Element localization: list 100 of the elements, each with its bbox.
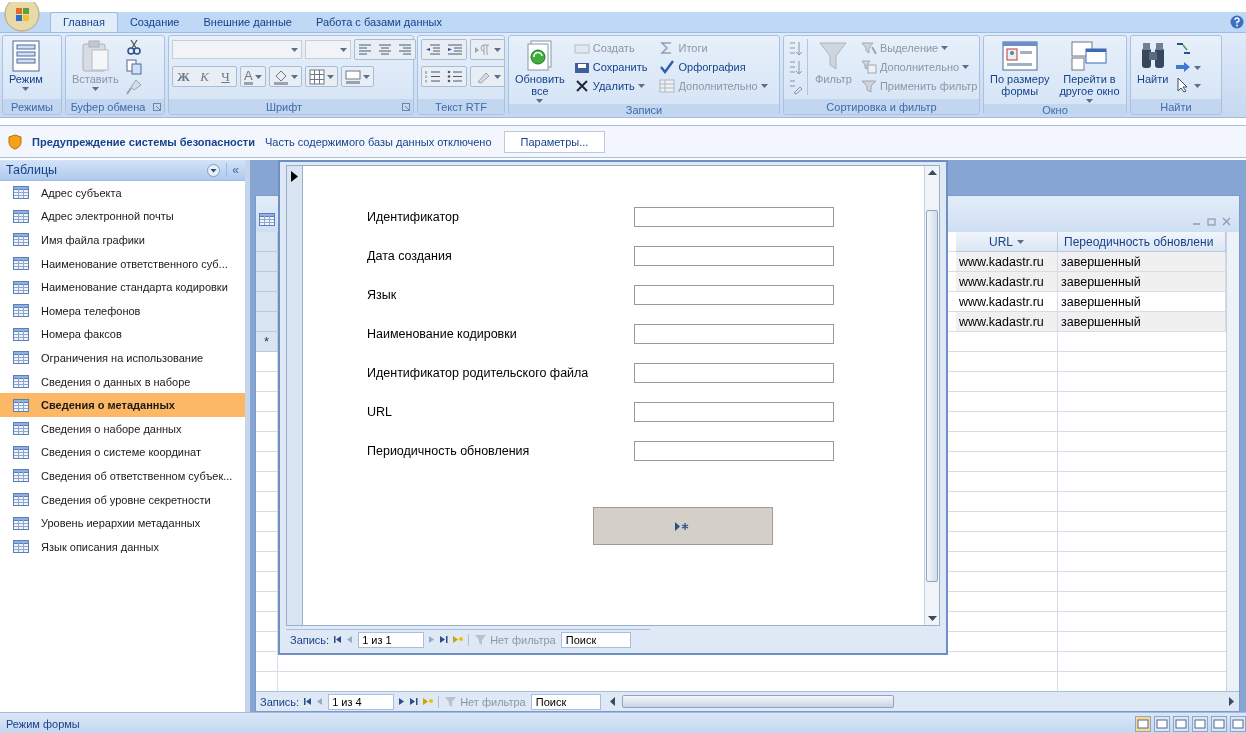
column-header[interactable]: URL	[956, 232, 1058, 252]
highlight-button[interactable]	[470, 66, 505, 87]
search-field[interactable]: Поиск	[560, 631, 631, 648]
ribbon-button[interactable]: Режим	[6, 39, 46, 92]
collapse-button[interactable]: «	[226, 163, 239, 177]
table-item[interactable]: Сведения о системе координат	[0, 440, 245, 465]
alignment-buttons[interactable]	[354, 39, 416, 60]
font-size-field[interactable]	[305, 40, 351, 59]
form-view-icon	[10, 40, 41, 72]
table-item[interactable]: Ограничения на использование	[0, 346, 245, 370]
row-selector[interactable]	[256, 272, 278, 292]
paragraph-icon	[474, 42, 492, 57]
table-item[interactable]: Сведения об ответственном субъек...	[0, 464, 245, 488]
form-view-icon	[1135, 715, 1151, 732]
gridlines-button[interactable]	[304, 66, 338, 87]
ribbon-button[interactable]: Перейти в другое окно	[1056, 39, 1123, 104]
table-item[interactable]: Уровень иерархии метаданных	[0, 511, 245, 535]
input-field[interactable]	[634, 402, 834, 422]
paint-bucket-icon	[272, 68, 289, 85]
new-record-button[interactable]	[593, 507, 773, 545]
input-field[interactable]	[634, 363, 834, 383]
table-item[interactable]: Адрес субъекта	[0, 181, 245, 205]
table-item[interactable]: Номера факсов	[0, 322, 245, 347]
go-to-icon	[1175, 60, 1192, 74]
ribbon-tab[interactable]: Создание	[117, 12, 192, 32]
caret-icon	[962, 65, 970, 69]
table-item[interactable]: Сведения об уровне секретности	[0, 487, 245, 512]
warning-message: Часть содержимого базы данных отключено	[264, 135, 492, 148]
record-label: Запись:	[290, 633, 330, 646]
field-label: Идентификатор	[367, 210, 461, 224]
ribbon-button[interactable]: Обновить все	[512, 39, 568, 104]
ribbon-button[interactable]: Сохранить	[571, 58, 650, 75]
caret-icon	[941, 46, 949, 50]
table-item[interactable]: Адрес электронной почты	[0, 204, 245, 229]
group-label: Записи	[625, 104, 663, 116]
scrollbar-thumb[interactable]	[926, 209, 938, 582]
table-item[interactable]: Сведения о данных в наборе	[0, 369, 245, 394]
ribbon-button[interactable]: Орфография	[657, 58, 770, 75]
fill-color-button[interactable]	[268, 66, 302, 87]
table-item[interactable]: Сведения о метаданных	[0, 393, 245, 417]
scroll-left-icon	[609, 697, 616, 706]
ribbon-button[interactable]: Удалить	[571, 77, 650, 94]
ribbon-button[interactable]: Найти	[1134, 39, 1172, 86]
spellcheck-icon	[659, 59, 676, 74]
table-icon	[13, 422, 29, 436]
previous-record-icon	[317, 697, 324, 706]
scroll-down-icon	[927, 616, 937, 621]
group-label: Сортировка и фильтр	[826, 100, 937, 113]
scroll-up-icon	[927, 170, 937, 175]
input-field[interactable]	[634, 441, 834, 461]
clipboard-icon	[80, 40, 111, 72]
options-button[interactable]: Параметры...	[503, 130, 606, 153]
format-button[interactable]: Ч	[215, 67, 236, 86]
field-label: Дата создания	[367, 249, 453, 263]
input-field[interactable]	[634, 285, 834, 305]
row-color-button[interactable]	[340, 66, 374, 87]
row-selector[interactable]	[256, 312, 278, 332]
paragraph-direction-button[interactable]	[470, 39, 505, 60]
table-item[interactable]: Наименование ответственного суб...	[0, 251, 245, 276]
row-selector[interactable]	[256, 252, 278, 272]
table-item[interactable]: Язык описания данных	[0, 534, 245, 559]
scroll-right-icon	[1229, 697, 1235, 706]
ribbon-tab[interactable]: Внешние данные	[191, 12, 304, 32]
scrollbar-thumb[interactable]	[621, 695, 894, 708]
record-position-field[interactable]: 1 из 1	[358, 631, 425, 648]
ribbon-tab[interactable]: Главная	[50, 12, 118, 32]
record-position-field[interactable]: 1 из 4	[328, 693, 395, 710]
format-button[interactable]: Ж	[173, 67, 194, 86]
vertical-scrollbar[interactable]	[1226, 232, 1239, 691]
ribbon-button[interactable]: По размеру формы	[987, 39, 1053, 98]
table-item[interactable]: Сведения о наборе данных	[0, 416, 245, 441]
list-buttons[interactable]	[421, 66, 467, 87]
input-field[interactable]	[634, 207, 834, 227]
column-header[interactable]: Переодичность обновлени	[1058, 232, 1226, 252]
input-field[interactable]	[634, 324, 834, 344]
table-icon	[13, 398, 29, 412]
font-name-field[interactable]	[172, 40, 302, 59]
table-icon	[13, 257, 29, 271]
scissors-icon	[125, 39, 142, 55]
grid-icon	[308, 68, 325, 85]
maximize-icon	[1207, 217, 1216, 226]
new-row-marker[interactable]: *	[256, 332, 278, 352]
last-record-icon	[410, 697, 419, 706]
design-view-icon	[1230, 715, 1246, 732]
table-icon	[13, 327, 29, 341]
table-item[interactable]: Имя файла графики	[0, 228, 245, 252]
indent-buttons[interactable]	[421, 39, 467, 60]
table-item[interactable]: Наименование стандарта кодировки	[0, 275, 245, 299]
font-color-button[interactable]: А	[240, 66, 266, 87]
input-field[interactable]	[634, 246, 834, 266]
caret-icon	[291, 48, 298, 52]
row-selector[interactable]	[256, 292, 278, 312]
format-button[interactable]: К	[194, 67, 215, 86]
table-item[interactable]: Номера телефонов	[0, 298, 245, 323]
select-all-corner[interactable]	[256, 232, 278, 252]
search-field[interactable]: Поиск	[530, 693, 601, 710]
field-label: Язык	[367, 288, 398, 302]
ribbon-tab[interactable]: Работа с базами данных	[303, 12, 454, 32]
pane-title[interactable]: Таблицы	[6, 163, 202, 177]
last-record-icon	[440, 635, 449, 644]
